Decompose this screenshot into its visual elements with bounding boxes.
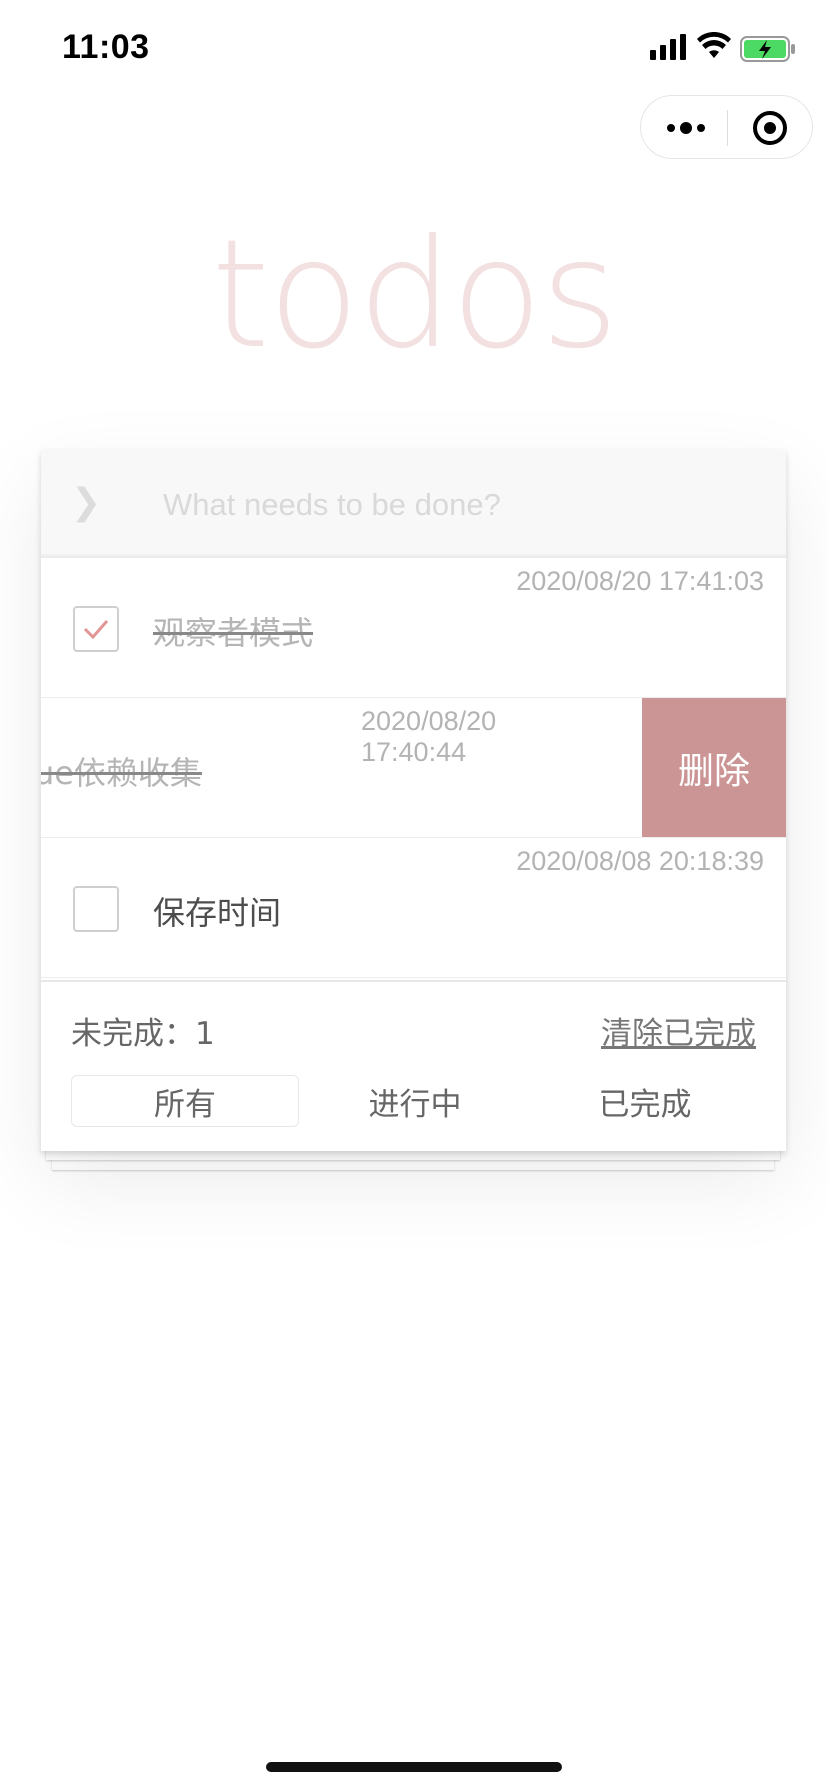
wifi-icon [697, 32, 731, 58]
new-todo-input[interactable] [161, 474, 755, 536]
todo-checkbox[interactable] [73, 606, 119, 652]
clear-completed-button[interactable]: 清除已完成 [601, 1008, 756, 1053]
capsule-divider [727, 110, 728, 146]
todo-timestamp: 2020/08/20 17:40:44 [361, 706, 497, 767]
close-target-icon[interactable] [745, 110, 795, 146]
filter-completed[interactable]: 已完成 [531, 1075, 759, 1127]
todo-timestamp: 2020/08/20 17:41:03 [516, 566, 764, 596]
capsule-menu [640, 95, 813, 159]
todo-label: 保存时间 [153, 894, 282, 932]
todo-swipe-content[interactable]: 2020/08/20 17:40:44 vue依赖收集 [41, 698, 556, 837]
todo-footer: 未完成：1 清除已完成 所有 进行中 已完成 [41, 980, 786, 1151]
chevron-right-icon[interactable]: ❯ [71, 482, 101, 523]
todo-item[interactable]: 2020/08/08 20:18:39 保存时间 [41, 838, 786, 978]
remaining-count: 未完成：1 [71, 1016, 215, 1052]
cellular-signal-icon [650, 34, 686, 60]
todo-label: 观察者模式 [153, 614, 314, 652]
delete-button[interactable]: 删除 [642, 698, 786, 837]
filter-active[interactable]: 进行中 [301, 1075, 529, 1127]
home-indicator [266, 1762, 562, 1772]
todo-label: vue依赖收集 [41, 754, 202, 792]
filter-all[interactable]: 所有 [71, 1075, 299, 1127]
checkmark-icon [83, 620, 109, 640]
app-title: todos [211, 208, 619, 382]
todo-checkbox[interactable] [73, 886, 119, 932]
todo-card: ❯ 2020/08/20 17:41:03 观察者模式 2020/08/20 1… [41, 450, 786, 1151]
todo-item-swiped[interactable]: 2020/08/20 17:40:44 vue依赖收集 删除 [41, 698, 786, 838]
filter-bar: 所有 进行中 已完成 [71, 1075, 759, 1127]
todo-timestamp: 2020/08/08 20:18:39 [516, 846, 764, 876]
todo-item[interactable]: 2020/08/20 17:41:03 观察者模式 [41, 558, 786, 698]
new-todo-row: ❯ [41, 450, 786, 558]
more-icon[interactable] [661, 110, 711, 146]
battery-charging-icon [740, 36, 795, 62]
status-time: 11:03 [62, 28, 150, 66]
